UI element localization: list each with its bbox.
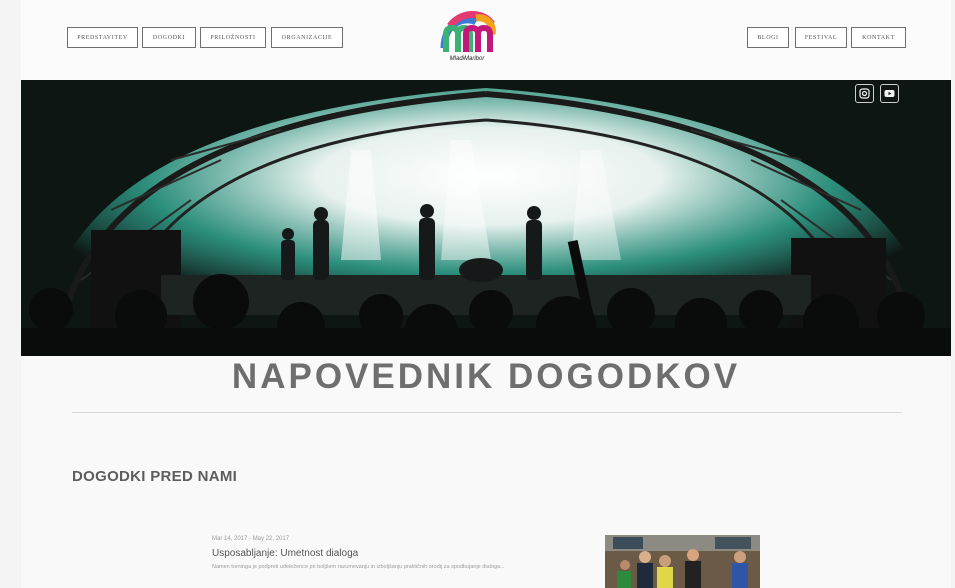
concert-stage-illustration [21,80,951,356]
instagram-icon[interactable] [855,84,874,103]
logo-text: MladiMaribor [449,56,485,62]
section-heading: DOGODKI PRED NAMI [72,468,238,485]
event-title-link[interactable]: Usposabljanje: Umetnost dialoga [212,548,358,559]
nav-priloznosti[interactable]: PRILOŽNOSTI [200,27,266,48]
nav-organizacije[interactable]: ORGANIZACIJE [271,27,343,48]
page-title: NAPOVEDNIK DOGODKOV [231,357,741,396]
nav-predstavitev[interactable]: PREDSTAVITEV [67,27,138,48]
youtube-glyph [884,90,895,97]
youtube-icon[interactable] [880,84,899,103]
hero-image [21,80,951,356]
divider [72,412,902,413]
instagram-glyph [859,88,870,99]
nav-festival[interactable]: FESTIVAL [795,27,847,48]
nav-blogi[interactable]: BLOGI [747,27,789,48]
nav-kontakt[interactable]: KONTAKT [851,27,906,48]
event-date: Mar 14, 2017 - May 22, 2017 [212,536,290,542]
event-description: Namen treninga je podpreti udeležence pr… [212,564,505,570]
event-thumbnail[interactable] [605,535,760,588]
event-photo [605,535,760,588]
nav-dogodki[interactable]: DOGODKI [142,27,196,48]
